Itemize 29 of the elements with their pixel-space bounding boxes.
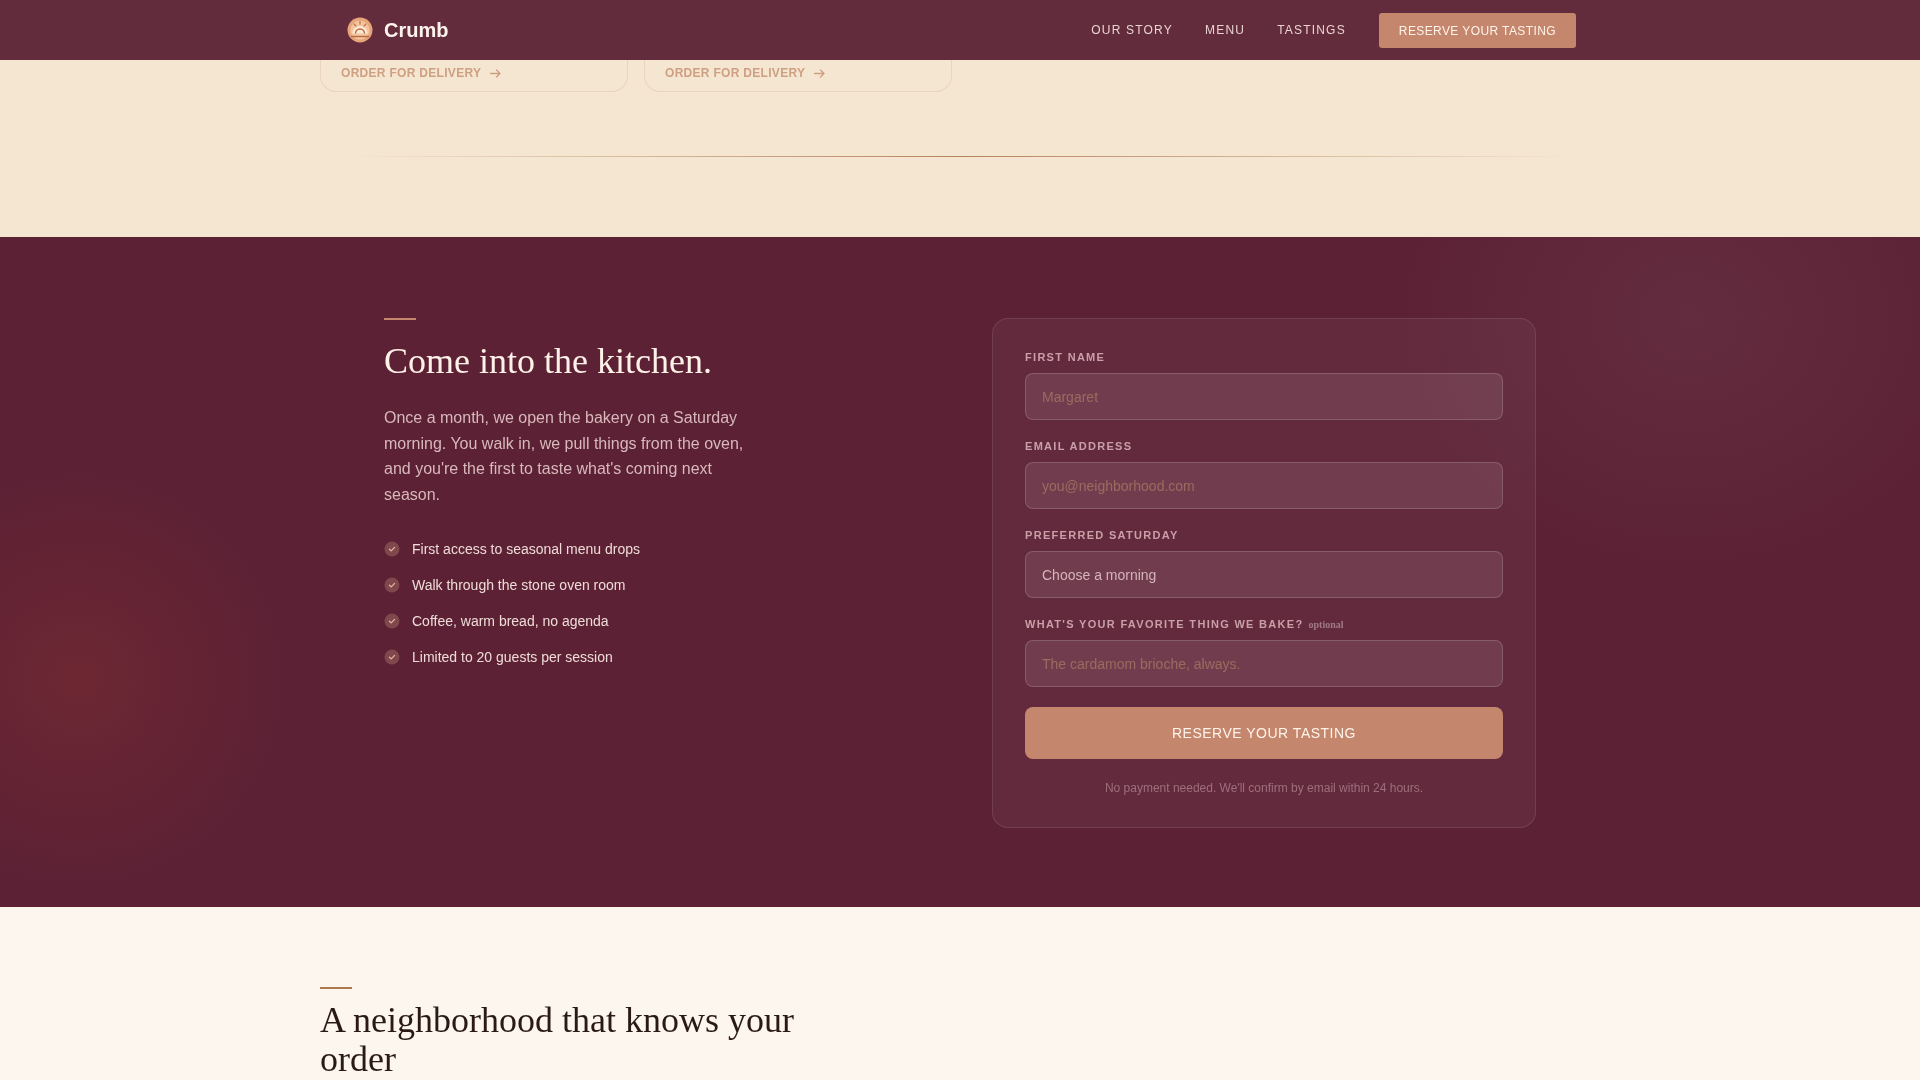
perk-text: Limited to 20 guests per session bbox=[412, 649, 613, 666]
field-label: FIRST NAME bbox=[1025, 351, 1106, 364]
section-heading: Come into the kitchen. bbox=[384, 340, 713, 383]
arrow-icon bbox=[490, 68, 502, 78]
brand-name: Crumb bbox=[384, 18, 449, 42]
nav-link[interactable]: TASTINGS bbox=[1277, 23, 1346, 37]
field-label: EMAIL ADDRESS bbox=[1025, 440, 1133, 453]
field-label: PREFERRED SATURDAY bbox=[1025, 529, 1179, 542]
optional-note: optional bbox=[1308, 619, 1344, 630]
section-heading: A neighborhood that knows your order bbox=[320, 1001, 795, 1079]
arrow-icon bbox=[814, 68, 826, 78]
accent-line bbox=[320, 987, 352, 989]
nav-link[interactable]: MENU bbox=[1205, 23, 1246, 37]
logo-icon bbox=[347, 17, 373, 43]
nav-link[interactable]: OUR STORY bbox=[1091, 23, 1173, 37]
submit-button[interactable]: RESERVE YOUR TASTING bbox=[1025, 707, 1503, 759]
select-field[interactable]: Choose a morning bbox=[1025, 551, 1503, 598]
reserve-button[interactable]: RESERVE YOUR TASTING bbox=[1378, 12, 1576, 48]
perk-text: Walk through the stone oven room bbox=[412, 577, 626, 594]
check-icon bbox=[384, 613, 400, 630]
check-icon bbox=[384, 541, 400, 558]
intro-paragraph: Once a month, we open the bakery on a Saturday morning. You walk in, we pull things from the oven, and you're the first to taste what's coming next season. bbox=[384, 408, 745, 505]
perk-text: Coffee, warm bread, no agenda bbox=[412, 613, 609, 630]
perk-text: First access to seasonal menu drops bbox=[412, 541, 640, 558]
field-label: WHAT'S YOUR FAVORITE THING WE BAKE? bbox=[1025, 618, 1304, 631]
form-footnote: No payment needed. We'll confirm by email within 24 hours. bbox=[1103, 781, 1425, 795]
accent-line bbox=[384, 318, 416, 320]
check-icon bbox=[384, 649, 400, 666]
check-icon bbox=[384, 577, 400, 594]
